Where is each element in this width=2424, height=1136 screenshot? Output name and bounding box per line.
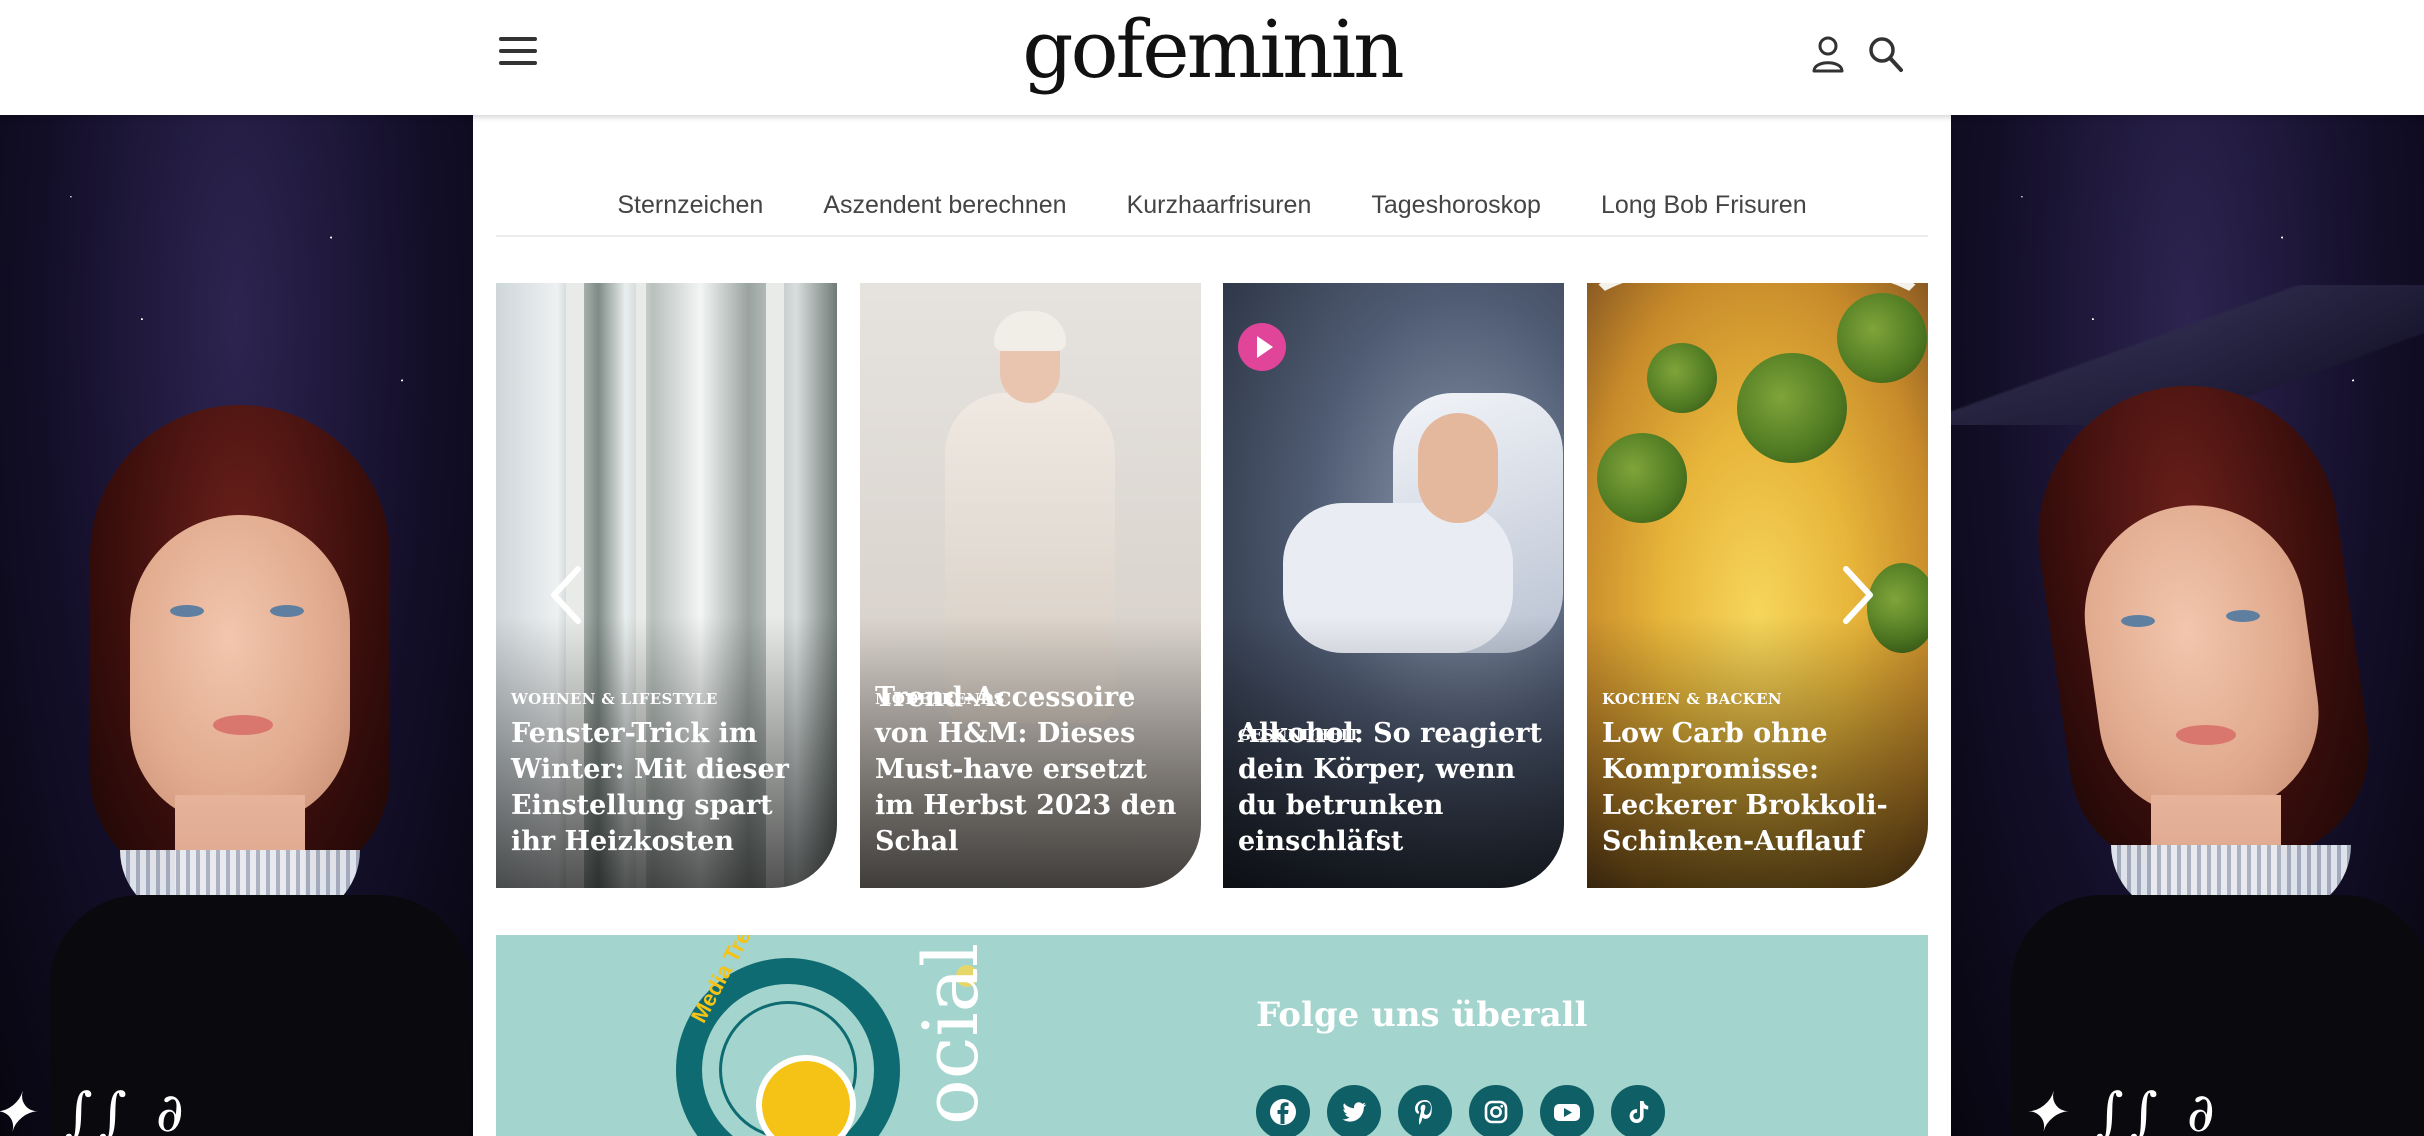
article-card[interactable]: GESUNDHEIT Alkohol: So reagiert dein Kör… bbox=[1223, 283, 1564, 888]
ad-model-image bbox=[1971, 115, 2424, 1136]
site-header: gofeminin bbox=[0, 0, 2424, 115]
twitter-link[interactable] bbox=[1327, 1085, 1381, 1136]
card-title[interactable]: Low Carb ohne Kompromisse: Leckerer Brok… bbox=[1602, 716, 1908, 860]
tiktok-icon bbox=[1629, 1101, 1649, 1123]
card-title[interactable]: Fenster-Trick im Winter: Mit dieser Eins… bbox=[511, 716, 817, 860]
article-carousel: WOHNEN & LIFESTYLE Fenster-Trick im Wint… bbox=[496, 283, 1928, 888]
twitter-icon bbox=[1342, 1102, 1367, 1122]
card-title[interactable]: Alkohol: So reagiert dein Körper, wenn d… bbox=[1238, 716, 1544, 860]
search-icon bbox=[1869, 37, 1903, 72]
pinterest-icon bbox=[1415, 1100, 1432, 1125]
card-category[interactable]: KOCHEN & BACKEN bbox=[1602, 690, 1782, 708]
tag-link-kurzhaarfrisuren[interactable]: Kurzhaarfrisuren bbox=[1127, 187, 1312, 235]
ad-script-lettering: ✦ ∫∫ ∂ bbox=[0, 1081, 190, 1136]
carousel-next-button[interactable] bbox=[1838, 563, 1878, 627]
search-button[interactable] bbox=[1867, 34, 1905, 74]
logo-social-word: ocial bbox=[906, 942, 995, 1125]
site-logo[interactable]: gofeminin bbox=[0, 0, 2424, 100]
ad-panel-left[interactable]: ✦ ∫∫ ∂ bbox=[0, 115, 473, 1136]
instagram-link[interactable] bbox=[1469, 1085, 1523, 1136]
main-content: Sternzeichen Aszendent berechnen Kurzhaa… bbox=[473, 115, 1951, 1136]
article-card[interactable]: MODETRENDS Trend-Accessoire von H&M: Die… bbox=[860, 283, 1201, 888]
social-banner: Media Trends ocial Folge uns überall bbox=[496, 935, 1928, 1136]
follow-us-heading: Folge uns überall bbox=[1256, 995, 1588, 1035]
tag-link-long-bob[interactable]: Long Bob Frisuren bbox=[1601, 187, 1807, 235]
user-button[interactable] bbox=[1809, 34, 1847, 74]
tag-link-tageshoroskop[interactable]: Tageshoroskop bbox=[1371, 187, 1541, 235]
ad-model-image bbox=[30, 115, 470, 1136]
youtube-icon bbox=[1554, 1104, 1580, 1121]
user-icon bbox=[1812, 36, 1844, 73]
youtube-link[interactable] bbox=[1540, 1085, 1594, 1136]
card-title[interactable]: Trend-Accessoire von H&M: Dieses Must-ha… bbox=[875, 680, 1181, 860]
card-category[interactable]: WOHNEN & LIFESTYLE bbox=[511, 690, 718, 708]
facebook-link[interactable] bbox=[1256, 1085, 1310, 1136]
carousel-prev-button[interactable] bbox=[546, 563, 586, 627]
facebook-icon bbox=[1270, 1099, 1296, 1125]
social-icons bbox=[1256, 1085, 1665, 1136]
chevron-right-icon bbox=[1843, 566, 1873, 624]
ad-script-lettering: ✦ ∫∫ ∂ bbox=[2021, 1081, 2221, 1136]
tag-link-aszendent[interactable]: Aszendent berechnen bbox=[823, 187, 1066, 235]
pinterest-link[interactable] bbox=[1398, 1085, 1452, 1136]
chevron-left-icon bbox=[551, 566, 581, 624]
tiktok-link[interactable] bbox=[1611, 1085, 1665, 1136]
tag-link-sternzeichen[interactable]: Sternzeichen bbox=[617, 187, 763, 235]
ad-panel-right[interactable]: ✦ ∫∫ ∂ bbox=[1951, 115, 2424, 1136]
tag-navigation: Sternzeichen Aszendent berechnen Kurzhaa… bbox=[496, 187, 1928, 237]
video-play-icon[interactable] bbox=[1238, 323, 1286, 371]
instagram-icon bbox=[1484, 1100, 1508, 1124]
